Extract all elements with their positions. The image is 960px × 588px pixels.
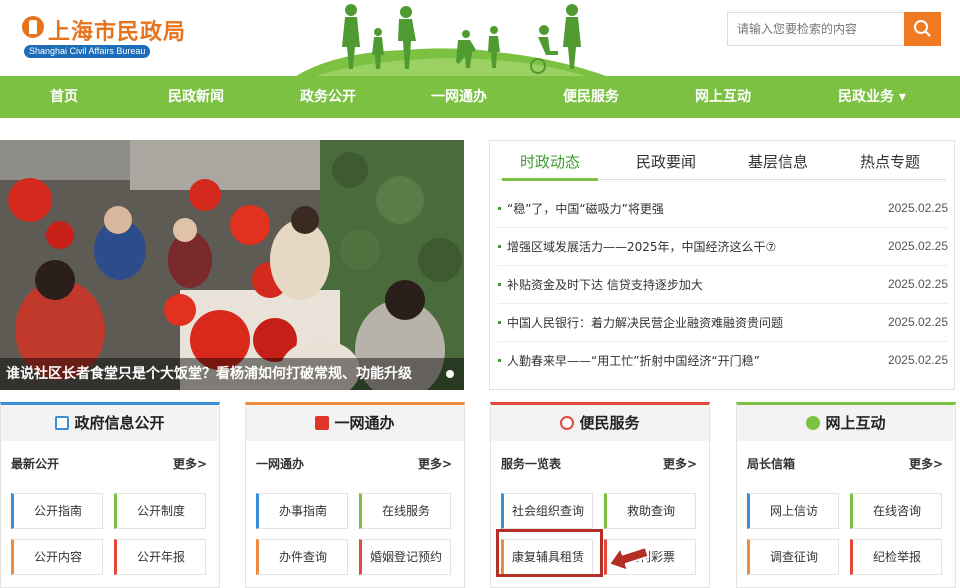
panel-subtitle: 一网通办 [256,457,305,471]
family-silhouette-banner [296,4,606,76]
panel-one-stop: 一网通办 一网通办 更多> 办事指南 在线服务 办件查询 婚姻登记预约 [245,402,465,588]
nav-item-services[interactable]: 便民服务 [563,76,619,118]
btn-online-consult[interactable]: 在线咨询 [850,493,942,529]
nav-item-business-dropdown[interactable]: 民政业务 ▾ [838,76,906,118]
btn-online-service[interactable]: 在线服务 [359,493,451,529]
nav-item-one-stop[interactable]: 一网通办 [431,76,487,118]
pointer-arrow-icon [607,546,650,572]
panel-title: 网上互动 [825,414,886,432]
news-item-date: 2025.02.25 [887,277,948,291]
panel-title: 政府信息公开 [74,414,165,432]
search-button[interactable] [904,12,941,46]
news-item-date: 2025.02.25 [887,201,948,215]
more-link[interactable]: 更多> [909,455,943,472]
logo-subtitle: Shanghai Civil Affairs Bureau [24,45,151,58]
logo-emblem-icon [22,16,44,38]
panel-subtitle: 服务一览表 [501,457,562,471]
news-item[interactable]: 人勤春来早——“用工忙”折射中国经济“开门稳” 2025.02.25 [498,342,948,380]
btn-case-query[interactable]: 办件查询 [256,539,348,575]
news-item-title[interactable]: 增强区域发展活力——2025年，中国经济这么干⑦ [507,238,776,255]
more-link[interactable]: 更多> [663,455,697,472]
tab-hot-topics[interactable]: 热点专题 [832,141,948,181]
panel-header[interactable]: 便民服务 [491,405,709,441]
bullet-icon [498,359,501,362]
featured-photo [0,140,464,390]
bullet-icon [498,207,501,210]
news-item-title[interactable]: 人勤春来早——“用工忙”折射中国经济“开门稳” [507,352,760,369]
panel-subtitle: 最新公开 [11,457,60,471]
btn-annual-report[interactable]: 公开年报 [114,539,206,575]
bullet-icon [498,283,501,286]
btn-disclosure-guide[interactable]: 公开指南 [11,493,103,529]
panel-title: 一网通办 [334,414,395,432]
site-header: 上海市民政局 Shanghai Civil Affairs Bureau [0,0,960,76]
search-box [727,12,941,46]
calendar-icon [55,416,70,430]
one-stop-icon [315,416,330,430]
news-item-date: 2025.02.25 [887,315,948,329]
news-item[interactable]: “稳”了，中国“磁吸力”将更强 2025.02.25 [498,190,948,228]
panel-gov-info: 政府信息公开 最新公开 更多> 公开指南 公开制度 公开内容 公开年报 [0,402,220,588]
news-panel: 时政动态 民政要闻 基层信息 热点专题 “稳”了，中国“磁吸力”将更强 2025… [489,140,955,390]
featured-photo-carousel[interactable]: 谁说社区长者食堂只是个大饭堂？看杨浦如何打破常规、功能升级 [0,140,464,390]
nav-item-home[interactable]: 首页 [50,76,78,118]
news-item-title[interactable]: 中国人民银行：着力解决民营企业融资难融资贵问题 [507,314,783,331]
panel-header[interactable]: 政府信息公开 [1,405,219,441]
more-link[interactable]: 更多> [418,455,452,472]
main-nav: 首页 民政新闻 政务公开 一网通办 便民服务 网上互动 民政业务 ▾ [0,76,960,118]
tab-grassroots-info[interactable]: 基层信息 [720,141,836,181]
btn-online-petition[interactable]: 网上信访 [747,493,839,529]
news-item-date: 2025.02.25 [887,239,948,253]
news-item-title[interactable]: 补贴资金及时下达 信贷支持逐步加大 [507,276,703,293]
btn-social-org-query[interactable]: 社会组织查询 [501,493,593,529]
photo-caption[interactable]: 谁说社区长者食堂只是个大饭堂？看杨浦如何打破常规、功能升级 [0,358,464,390]
panel-subtitle: 局长信箱 [747,457,796,471]
panel-title: 便民服务 [579,414,640,432]
bullet-icon [498,245,501,248]
panel-header[interactable]: 一网通办 [246,405,464,441]
news-tabs: 时政动态 民政要闻 基层信息 热点专题 [490,141,954,181]
btn-discipline-report[interactable]: 纪检举报 [850,539,942,575]
news-item-title[interactable]: “稳”了，中国“磁吸力”将更强 [507,200,664,217]
news-item[interactable]: 增强区域发展活力——2025年，中国经济这么干⑦ 2025.02.25 [498,228,948,266]
news-item[interactable]: 中国人民银行：着力解决民营企业融资难融资贵问题 2025.02.25 [498,304,948,342]
bullet-icon [498,321,501,324]
carousel-indicator[interactable] [446,370,454,378]
tab-policy-news[interactable]: 时政动态 [492,141,608,181]
btn-assistance-query[interactable]: 救助查询 [604,493,696,529]
search-icon [914,20,931,37]
smile-icon [560,416,575,430]
nav-item-news[interactable]: 民政新闻 [168,76,224,118]
panel-online-interaction: 网上互动 局长信箱 更多> 网上信访 在线咨询 调查征询 纪检举报 [736,402,956,588]
btn-marriage-booking[interactable]: 婚姻登记预约 [359,539,451,575]
more-link[interactable]: 更多> [173,455,207,472]
site-logo[interactable]: 上海市民政局 Shanghai Civil Affairs Bureau [22,14,192,60]
btn-disclosure-content[interactable]: 公开内容 [11,539,103,575]
tab-civil-news[interactable]: 民政要闻 [608,141,724,181]
chat-icon [806,416,821,430]
news-item[interactable]: 补贴资金及时下达 信贷支持逐步加大 2025.02.25 [498,266,948,304]
nav-item-interaction[interactable]: 网上互动 [695,76,751,118]
nav-item-gov-affairs[interactable]: 政务公开 [300,76,356,118]
news-item-date: 2025.02.25 [887,353,948,367]
highlight-box [496,529,603,577]
btn-disclosure-rules[interactable]: 公开制度 [114,493,206,529]
active-tab-indicator [502,178,598,181]
panel-header[interactable]: 网上互动 [737,405,955,441]
search-input[interactable] [728,13,906,45]
btn-survey[interactable]: 调查征询 [747,539,839,575]
btn-service-guide[interactable]: 办事指南 [256,493,348,529]
logo-title: 上海市民政局 [48,20,187,45]
